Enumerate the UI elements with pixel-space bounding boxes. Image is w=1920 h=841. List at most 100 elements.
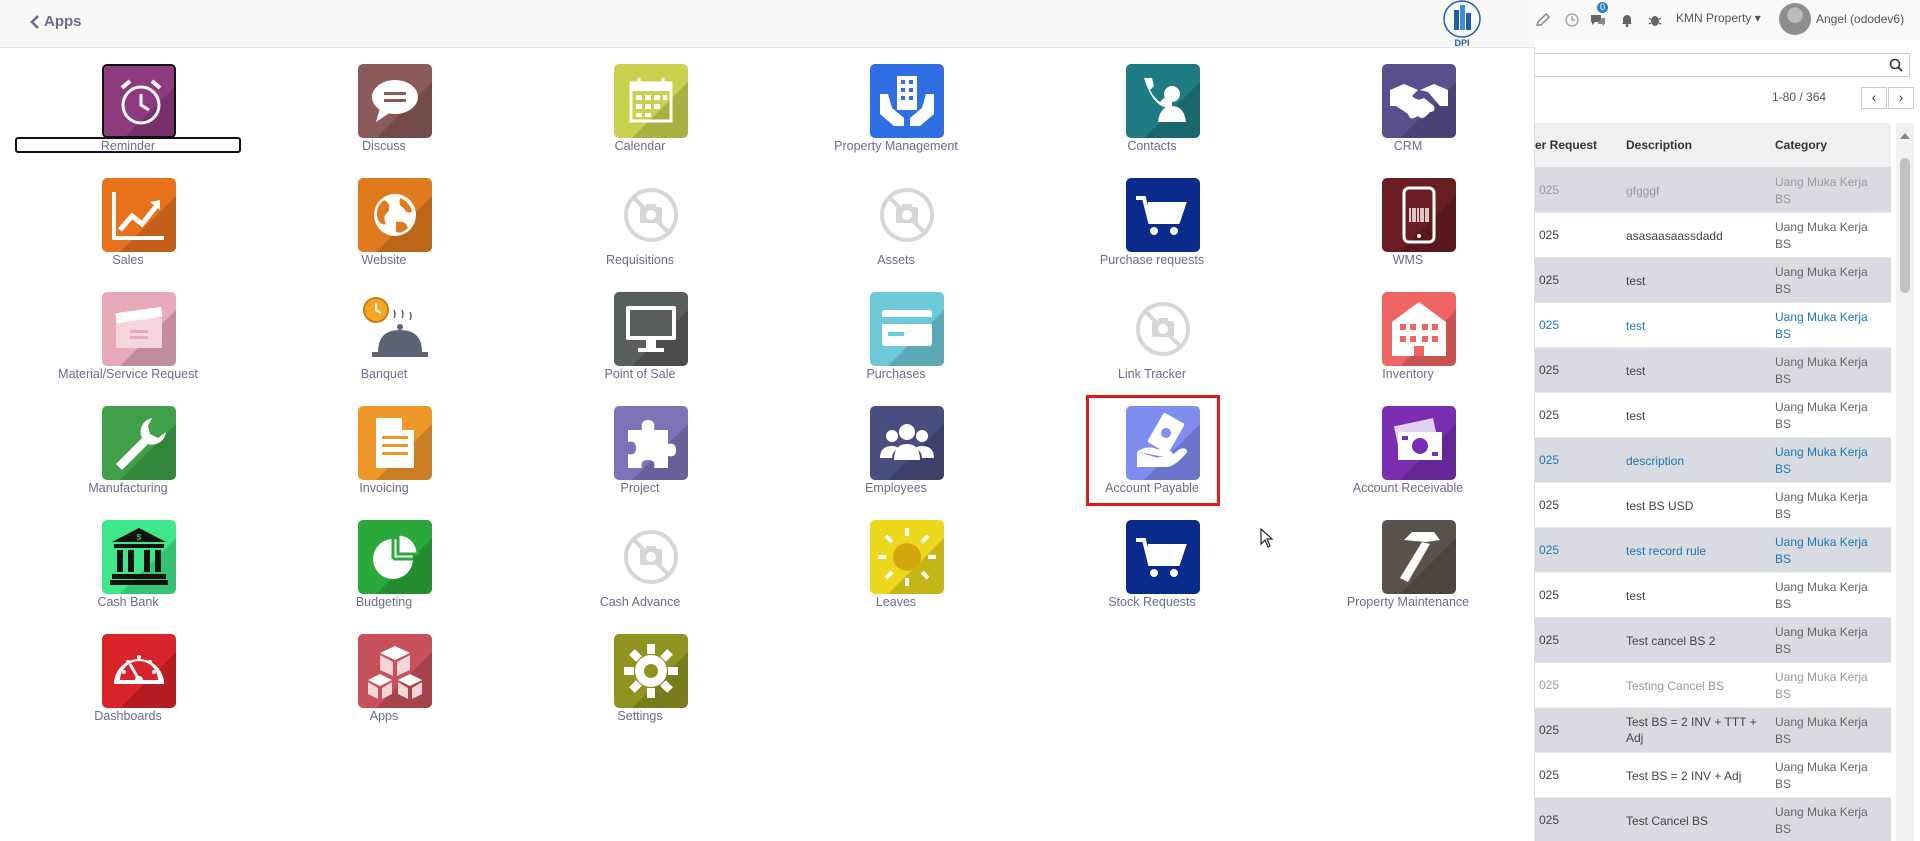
app-invoicing[interactable]: Invoicing <box>266 406 502 506</box>
pager-next-button[interactable]: › <box>1888 87 1914 109</box>
table-row[interactable]: 025 description Uang Muka Kerja BS <box>1535 438 1891 483</box>
cell-description: test <box>1626 589 1646 603</box>
app-inventory[interactable]: Inventory <box>1290 292 1526 392</box>
table-row[interactable]: 025 Test cancel BS 2 Uang Muka Kerja BS <box>1535 618 1891 663</box>
search-input[interactable] <box>1535 53 1910 77</box>
app-calendar[interactable]: Calendar <box>522 64 758 164</box>
app-budgeting[interactable]: Budgeting <box>266 520 502 620</box>
table-row[interactable]: 025 asasaasaassdadd Uang Muka Kerja BS <box>1535 213 1891 258</box>
cell-category: Uang Muka Kerja BS <box>1775 355 1868 386</box>
cell-description: description <box>1626 454 1685 468</box>
app-employees[interactable]: Employees <box>778 406 1014 506</box>
column-header-description[interactable]: Description <box>1626 123 1692 168</box>
cell-category: Uang Muka Kerja BS <box>1775 175 1868 206</box>
company-switcher[interactable]: KMN Property ▾ <box>1676 11 1761 25</box>
app-crm[interactable]: CRM <box>1290 64 1526 164</box>
app-requisitions[interactable]: Requisitions <box>522 178 758 278</box>
app-property-management[interactable]: Property Management <box>778 64 1014 164</box>
back-label: Apps <box>44 13 82 30</box>
app-label: Assets <box>877 253 915 267</box>
app-point-of-sale[interactable]: Point of Sale <box>522 292 758 392</box>
edit-icon[interactable] <box>1535 12 1551 28</box>
search-icon[interactable] <box>1889 58 1903 72</box>
table-row[interactable]: 025 test Uang Muka Kerja BS <box>1535 573 1891 618</box>
app-cash-advance[interactable]: Cash Advance <box>522 520 758 620</box>
app-wms[interactable]: WMS <box>1290 178 1526 278</box>
pager-value[interactable]: 1-80 / 364 <box>1772 90 1826 104</box>
app-label: Manufacturing <box>88 481 168 495</box>
cell-request-number: 025 <box>1539 363 1560 377</box>
table-row[interactable]: 025 Test BS = 2 INV + TTT + Adj Uang Muka … <box>1535 708 1891 753</box>
app-website[interactable]: Website <box>266 178 502 278</box>
contact-phone-icon <box>1126 64 1200 138</box>
user-menu[interactable]: Angel (ododev6) <box>1816 12 1904 26</box>
app-link-tracker[interactable]: Link Tracker <box>1034 292 1270 392</box>
app-label: Project <box>620 481 660 495</box>
cell-request-number: 025 <box>1539 813 1560 827</box>
cell-category: Uang Muka Kerja BS <box>1775 310 1868 341</box>
app-label: Contacts <box>1127 139 1177 153</box>
app-cash-bank[interactable]: $ Cash Bank <box>10 520 246 620</box>
table-row[interactable]: 025 test record rule Uang Muka Kerja BS <box>1535 528 1891 573</box>
chat-icon[interactable] <box>1590 12 1606 28</box>
building-in-hands-icon <box>870 64 944 138</box>
cell-request-number: 025 <box>1539 318 1560 332</box>
clock-icon[interactable] <box>1564 12 1580 28</box>
app-contacts[interactable]: Contacts <box>1034 64 1270 164</box>
caret-down-icon: ▾ <box>1754 11 1761 25</box>
column-header-category[interactable]: Category <box>1775 123 1827 168</box>
app-purchase-requests[interactable]: Purchase requests <box>1034 178 1270 278</box>
bug-icon[interactable] <box>1647 12 1663 28</box>
app-purchases[interactable]: Purchases <box>778 292 1014 392</box>
app-assets[interactable]: Assets <box>778 178 1014 278</box>
bank-icon: $ <box>102 520 176 594</box>
app-stock-requests[interactable]: Stock Requests <box>1034 520 1270 620</box>
app-banquet[interactable]: Banquet <box>266 292 502 392</box>
table-row[interactable]: 025 Test BS = 2 INV + Adj Uang Muka Kerja … <box>1535 753 1891 798</box>
cell-description: test <box>1626 409 1646 423</box>
scroll-up-arrow-icon[interactable] <box>1900 133 1910 139</box>
cell-category: Uang Muka Kerja BS <box>1775 535 1868 566</box>
cell-description: Test BS = 2 INV + Adj <box>1626 769 1742 783</box>
app-project[interactable]: Project <box>522 406 758 506</box>
people-group-icon <box>870 406 944 480</box>
apps-menu-header: Apps DPI <box>0 0 1535 48</box>
app-leaves[interactable]: Leaves <box>778 520 1014 620</box>
bell-icon[interactable] <box>1619 12 1635 28</box>
pager-previous-button[interactable]: ‹ <box>1861 87 1887 109</box>
app-label: Cash Bank <box>97 595 159 609</box>
cell-category: Uang Muka Kerja BS <box>1775 580 1868 611</box>
table-row[interactable]: 025 test BS USD Uang Muka Kerja BS <box>1535 483 1891 528</box>
cell-request-number: 025 <box>1539 723 1560 737</box>
apps-menu: Apps DPI Reminder Discuss Calendar Property… <box>0 0 1535 841</box>
table-row[interactable]: 025 test Uang Muka Kerja BS <box>1535 393 1891 438</box>
table-row[interactable]: 025 test Uang Muka Kerja BS <box>1535 348 1891 393</box>
scrollbar[interactable] <box>1896 123 1914 841</box>
notification-badge: 0 <box>1597 2 1609 13</box>
app-discuss[interactable]: Discuss <box>266 64 502 164</box>
app-dashboards[interactable]: Dashboards <box>10 634 246 734</box>
app-sales[interactable]: Sales <box>10 178 246 278</box>
table-row[interactable]: 025 Test Cancel BS Uang Muka Kerja BS <box>1535 798 1891 841</box>
table-row[interactable]: 025 gfgggf Uang Muka Kerja BS <box>1535 168 1891 213</box>
app-apps[interactable]: Apps <box>266 634 502 734</box>
table-row[interactable]: 025 Testing Cancel BS Uang Muka Kerja BS <box>1535 663 1891 708</box>
table-row[interactable]: 025 test Uang Muka Kerja BS <box>1535 258 1891 303</box>
cell-request-number: 025 <box>1539 183 1560 197</box>
company-logo: DPI <box>1440 0 1484 48</box>
app-property-maintenance[interactable]: Property Maintenance <box>1290 520 1526 620</box>
app-label: WMS <box>1392 253 1424 267</box>
app-settings[interactable]: Settings <box>522 634 758 734</box>
scrollbar-thumb[interactable] <box>1900 158 1910 293</box>
avatar[interactable] <box>1779 3 1811 35</box>
app-material-service-request[interactable]: Material/Service Request <box>10 292 246 392</box>
cell-description: Test BS = 2 INV + TTT + Adj <box>1626 715 1757 745</box>
back-to-apps-button[interactable]: Apps <box>30 13 82 30</box>
cell-request-number: 025 <box>1539 273 1560 287</box>
column-header-request[interactable]: er Request <box>1535 123 1597 168</box>
app-manufacturing[interactable]: Manufacturing <box>10 406 246 506</box>
cell-category: Uang Muka Kerja BS <box>1775 490 1868 521</box>
table-row[interactable]: 025 test Uang Muka Kerja BS <box>1535 303 1891 348</box>
app-label: Budgeting <box>355 595 413 609</box>
app-account-receivable[interactable]: Account Receivable <box>1290 406 1526 506</box>
